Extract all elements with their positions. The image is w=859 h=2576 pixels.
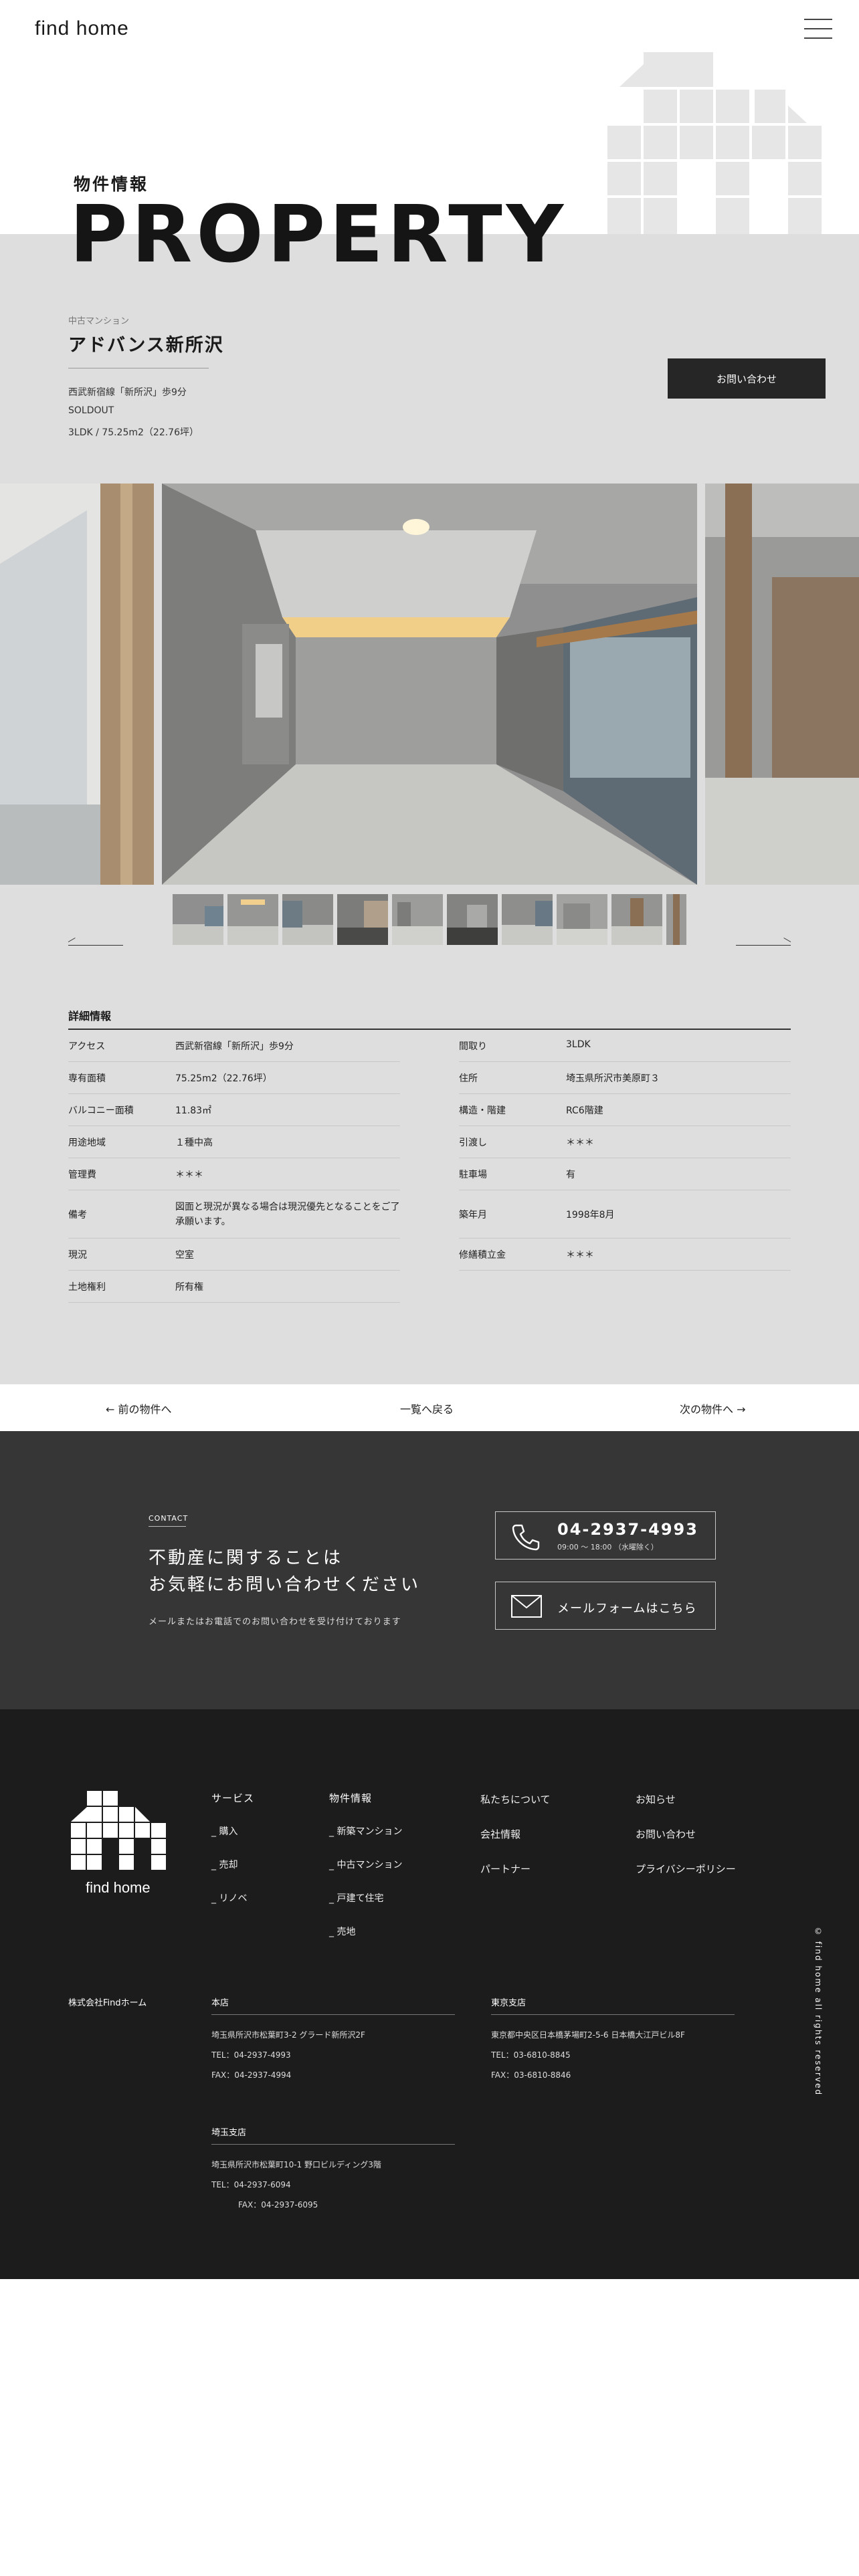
property-pager: ← 前の物件へ 一覧へ戻る 次の物件へ → xyxy=(0,1384,859,1431)
thumbnail[interactable] xyxy=(502,894,553,945)
divider xyxy=(211,2144,455,2145)
detail-row: 用途地域 １種中高 xyxy=(68,1126,400,1158)
contact-section: CONTACT 不動産に関することは お気軽にお問い合わせください メールまたは… xyxy=(0,1431,859,1709)
thumbnail[interactable] xyxy=(666,894,686,945)
copyright: © find home all rights reserved xyxy=(814,1927,823,2097)
phone-contact-button[interactable]: 04-2937-4993 09:00 ～ 18:00 （水曜除く） xyxy=(495,1511,716,1560)
property-spec: 3LDK / 75.25m2（22.76坪） xyxy=(68,427,199,438)
property-category: 中古マンション xyxy=(68,316,130,326)
divider xyxy=(149,1526,186,1527)
contact-hours: 09:00 ～ 18:00 （水曜除く） xyxy=(557,1543,658,1551)
footer-link-sell[interactable]: _ 売却 xyxy=(211,1858,237,1871)
detail-row: 住所 埼玉県所沢市美原町３ xyxy=(459,1062,791,1094)
gallery-slide-main[interactable] xyxy=(162,484,697,885)
footer-link-used-mansion[interactable]: _ 中古マンション xyxy=(329,1858,402,1871)
prev-property-link[interactable]: ← 前の物件へ xyxy=(106,1400,172,1416)
details-title: 詳細情報 xyxy=(68,1010,112,1023)
office-title: 本店 xyxy=(211,1998,229,2008)
phone-icon xyxy=(512,1524,540,1551)
back-to-list-link[interactable]: 一覧へ戻る xyxy=(400,1400,454,1416)
contact-tel: 04-2937-4993 xyxy=(557,1520,698,1539)
office-title: 埼玉支店 xyxy=(211,2128,247,2138)
detail-row: 備考 図面と現況が異なる場合は現況優先となることをご了承願います。 xyxy=(68,1190,400,1239)
thumbnail[interactable] xyxy=(392,894,443,945)
mail-form-button[interactable]: メールフォームはこちら xyxy=(495,1582,716,1630)
detail-row: 専有面積 75.25m2（22.76坪） xyxy=(68,1062,400,1094)
footer-nav-property-title[interactable]: 物件情報 xyxy=(329,1791,372,1805)
detail-row: アクセス 西武新宿線「新所沢」歩9分 xyxy=(68,1030,400,1062)
detail-row: バルコニー面積 11.83㎡ xyxy=(68,1094,400,1126)
footer-link-land[interactable]: _ 売地 xyxy=(329,1925,355,1938)
footer-logo[interactable]: find home xyxy=(86,1879,151,1897)
next-property-link[interactable]: 次の物件へ → xyxy=(680,1400,746,1416)
gallery-slide-prev[interactable] xyxy=(0,484,154,885)
office-address: 埼玉県所沢市松葉町3-2 グラード新所沢2F xyxy=(211,2030,365,2040)
office-tel: TEL：03-6810-8845 xyxy=(491,2050,571,2060)
company-name: 株式会社Findホーム xyxy=(68,1998,147,2008)
thumbnail[interactable] xyxy=(173,894,223,945)
detail-row: 引渡し ＊＊＊ xyxy=(459,1126,791,1158)
hamburger-icon[interactable] xyxy=(804,19,832,39)
office-fax: FAX：04-2937-6095 xyxy=(238,2200,318,2210)
property-name: アドバンス新所沢 xyxy=(68,335,224,356)
footer-link-buy[interactable]: _ 購入 xyxy=(211,1824,237,1838)
contact-note: メールまたはお電話でのお問い合わせを受け付けております xyxy=(149,1617,401,1627)
thumbnail[interactable] xyxy=(227,894,278,945)
arrow-right-icon[interactable] xyxy=(736,938,791,946)
gallery-thumbnails xyxy=(173,894,686,945)
thumbnail[interactable] xyxy=(611,894,662,945)
office-fax: FAX：03-6810-8846 xyxy=(491,2070,571,2080)
footer-link-house[interactable]: _ 戸建て住宅 xyxy=(329,1891,383,1905)
house-block-mark-icon xyxy=(607,52,822,234)
thumbnail[interactable] xyxy=(557,894,607,945)
footer-link-company[interactable]: 会社情報 xyxy=(480,1827,520,1841)
footer-link-news[interactable]: お知らせ xyxy=(636,1792,676,1806)
room-photo-icon xyxy=(0,484,154,885)
detail-row: 構造・階建 RC6階建 xyxy=(459,1094,791,1126)
divider xyxy=(211,2014,455,2015)
footer-link-contact[interactable]: お問い合わせ xyxy=(636,1827,696,1841)
inquiry-button[interactable]: お問い合わせ xyxy=(668,358,826,399)
site-footer: find home サービス _ 購入 _ 売却 _ リノベ 物件情報 _ 新築… xyxy=(0,1709,859,2279)
detail-row: 間取り 3LDK xyxy=(459,1030,791,1062)
gallery-slide-next[interactable] xyxy=(705,484,859,885)
office-fax: FAX：04-2937-4994 xyxy=(211,2070,292,2080)
mail-icon xyxy=(511,1595,542,1618)
footer-link-new-mansion[interactable]: _ 新築マンション xyxy=(329,1824,402,1838)
divider xyxy=(491,2014,735,2015)
page-title: PROPERTY xyxy=(70,188,568,280)
detail-row: 土地権利 所有権 xyxy=(68,1271,400,1303)
thumbnail[interactable] xyxy=(337,894,388,945)
footer-link-privacy[interactable]: プライバシーポリシー xyxy=(636,1862,736,1876)
contact-heading: 不動産に関することは お気軽にお問い合わせください xyxy=(149,1548,421,1595)
property-access: 西武新宿線「新所沢」歩9分 xyxy=(68,387,187,398)
contact-tag: CONTACT xyxy=(149,1514,189,1523)
detail-row: 現況 空室 xyxy=(68,1239,400,1271)
detail-row: 管理費 ＊＊＊ xyxy=(68,1158,400,1190)
office-title: 東京支店 xyxy=(491,1998,527,2008)
mail-form-label: メールフォームはこちら xyxy=(557,1602,697,1616)
thumbnail[interactable] xyxy=(447,894,498,945)
house-block-logo-icon[interactable] xyxy=(68,1790,167,1872)
room-photo-icon xyxy=(705,484,859,885)
footer-nav-service-title[interactable]: サービス xyxy=(211,1791,254,1805)
property-status: SOLDOUT xyxy=(68,405,114,416)
arrow-left-icon[interactable] xyxy=(68,938,123,946)
detail-row: 修繕積立金 ＊＊＊ xyxy=(459,1239,791,1271)
footer-link-about[interactable]: 私たちについて xyxy=(480,1792,551,1806)
office-tel: TEL：04-2937-6094 xyxy=(211,2180,291,2189)
office-address: 東京都中央区日本橋茅場町2-5-6 日本橋大江戸ビル8F xyxy=(491,2030,685,2040)
detail-row: 駐車場有 xyxy=(459,1158,791,1190)
thumbnail[interactable] xyxy=(282,894,333,945)
site-logo[interactable]: find home xyxy=(35,17,129,40)
footer-link-renovation[interactable]: _ リノベ xyxy=(211,1891,247,1905)
living-room-photo-icon xyxy=(162,484,697,885)
office-address: 埼玉県所沢市松葉町10-1 野口ビルディング3階 xyxy=(211,2160,381,2169)
footer-link-partner[interactable]: パートナー xyxy=(480,1862,531,1876)
office-tel: TEL：04-2937-4993 xyxy=(211,2050,291,2060)
detail-row: 築年月 1998年8月 xyxy=(459,1190,791,1239)
